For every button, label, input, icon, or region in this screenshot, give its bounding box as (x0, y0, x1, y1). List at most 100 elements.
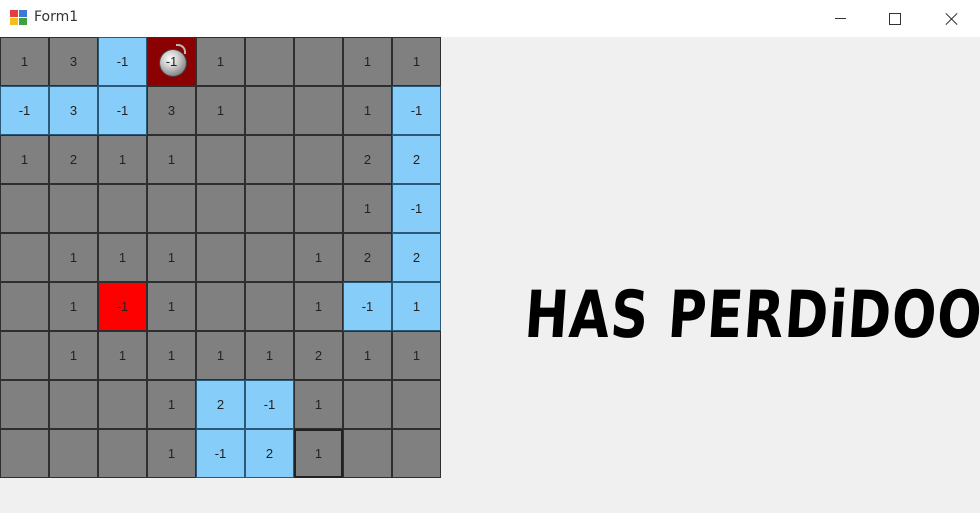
board-cell[interactable] (245, 37, 294, 86)
cell-value: 1 (167, 348, 176, 363)
board-cell[interactable]: 2 (343, 135, 392, 184)
board-cell[interactable]: -1 (392, 184, 441, 233)
board-cell[interactable]: -1 (392, 86, 441, 135)
board-cell[interactable] (294, 86, 343, 135)
board-cell[interactable]: 2 (49, 135, 98, 184)
board-cell[interactable]: 1 (49, 331, 98, 380)
board-cell[interactable] (49, 184, 98, 233)
cell-value: 1 (69, 299, 78, 314)
board-cell[interactable]: -1 (245, 380, 294, 429)
board-cell[interactable]: 2 (294, 331, 343, 380)
board-cell[interactable] (392, 380, 441, 429)
board-cell[interactable] (294, 37, 343, 86)
minimize-button[interactable] (812, 0, 868, 37)
close-button[interactable] (924, 0, 980, 37)
board-cell[interactable]: -1 (147, 37, 196, 86)
board-cell[interactable] (245, 135, 294, 184)
board-cell[interactable]: 1 (0, 135, 49, 184)
board-cell[interactable] (245, 86, 294, 135)
board-cell[interactable]: 3 (49, 86, 98, 135)
cell-value: 1 (216, 348, 225, 363)
board-cell[interactable] (98, 184, 147, 233)
board-cell[interactable] (196, 282, 245, 331)
board-cell[interactable]: -1 (98, 37, 147, 86)
board-cell[interactable]: 1 (392, 331, 441, 380)
board-cell[interactable]: 1 (147, 380, 196, 429)
board-cell[interactable]: 1 (294, 380, 343, 429)
board-cell[interactable]: 1 (147, 282, 196, 331)
board-cell[interactable] (196, 184, 245, 233)
board-cell[interactable] (49, 429, 98, 478)
board-cell[interactable]: 1 (294, 429, 343, 478)
cell-value: 1 (314, 446, 323, 461)
board-cell[interactable]: 1 (294, 233, 343, 282)
board-cell[interactable]: 1 (245, 331, 294, 380)
board-cell[interactable] (245, 184, 294, 233)
board-cell[interactable]: 1 (196, 37, 245, 86)
cell-value: 1 (167, 152, 176, 167)
cell-value: 1 (412, 54, 421, 69)
board-cell[interactable]: 1 (294, 282, 343, 331)
cell-value: 1 (363, 201, 372, 216)
board-cell[interactable]: 2 (392, 233, 441, 282)
board-cell[interactable] (392, 429, 441, 478)
board-cell[interactable]: 3 (49, 37, 98, 86)
board-cell[interactable]: 1 (147, 331, 196, 380)
board-cell[interactable]: 1 (392, 282, 441, 331)
board-cell[interactable] (0, 184, 49, 233)
board-cell[interactable]: -1 (0, 86, 49, 135)
board-cell[interactable]: 1 (343, 86, 392, 135)
cell-value: 1 (265, 348, 274, 363)
board-cell[interactable] (294, 135, 343, 184)
cell-value: 2 (412, 152, 421, 167)
board-cell[interactable]: 1 (147, 135, 196, 184)
board-cell[interactable] (196, 233, 245, 282)
board-cell[interactable]: 1 (343, 331, 392, 380)
maximize-button[interactable] (867, 0, 923, 37)
board-cell[interactable]: 1 (147, 429, 196, 478)
board-cell[interactable]: 2 (245, 429, 294, 478)
board-cell[interactable]: 1 (0, 37, 49, 86)
title-bar[interactable]: Form1 (0, 0, 980, 37)
board-cell[interactable] (0, 380, 49, 429)
board-cell[interactable]: 1 (196, 331, 245, 380)
board-cell[interactable]: 2 (196, 380, 245, 429)
cell-value: -1 (410, 103, 423, 118)
board-cell[interactable] (343, 380, 392, 429)
board-cell[interactable]: 1 (343, 184, 392, 233)
board-cell[interactable]: 2 (343, 233, 392, 282)
board-cell[interactable] (245, 282, 294, 331)
board-cell[interactable] (0, 429, 49, 478)
board-cell[interactable] (98, 380, 147, 429)
board-cell[interactable] (0, 331, 49, 380)
board-cell[interactable] (147, 184, 196, 233)
board-cell[interactable] (0, 233, 49, 282)
board-cell[interactable]: 1 (147, 233, 196, 282)
board-cell[interactable] (49, 380, 98, 429)
board-cell[interactable]: 1 (343, 37, 392, 86)
maximize-icon (889, 12, 901, 25)
board-cell[interactable] (343, 429, 392, 478)
cell-value: 1 (69, 348, 78, 363)
board-cell[interactable]: 1 (98, 135, 147, 184)
board-cell[interactable]: 1 (49, 282, 98, 331)
board-cell[interactable]: 1 (49, 233, 98, 282)
cell-value: 1 (363, 54, 372, 69)
board-cell[interactable]: -1 (98, 86, 147, 135)
board-cell[interactable]: 3 (147, 86, 196, 135)
board-cell[interactable] (0, 282, 49, 331)
board-cell[interactable] (294, 184, 343, 233)
board-cell[interactable]: 1 (196, 86, 245, 135)
board-cell[interactable]: -1 (196, 429, 245, 478)
board-cell[interactable]: 1 (98, 233, 147, 282)
board-cell[interactable] (245, 233, 294, 282)
board-cell[interactable]: -1 (98, 282, 147, 331)
board-cell[interactable] (98, 429, 147, 478)
cell-value: 1 (167, 250, 176, 265)
board-cell[interactable]: -1 (343, 282, 392, 331)
board-cell[interactable] (196, 135, 245, 184)
window-title: Form1 (34, 9, 79, 25)
board-cell[interactable]: 1 (392, 37, 441, 86)
board-cell[interactable]: 1 (98, 331, 147, 380)
board-cell[interactable]: 2 (392, 135, 441, 184)
